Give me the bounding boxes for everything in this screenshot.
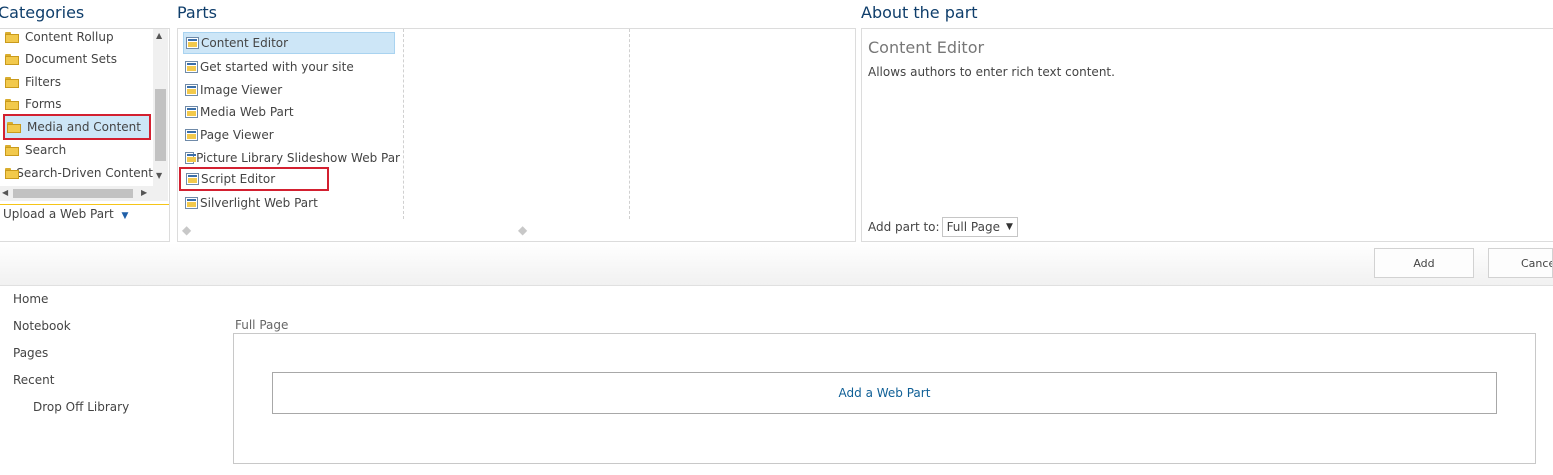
part-item-selected[interactable]: Content Editor: [183, 32, 395, 54]
scroll-down-icon[interactable]: ▼: [156, 171, 162, 180]
previous-arrow-icon[interactable]: ◆: [182, 223, 191, 237]
parts-panel: Content Editor Get started with your sit…: [177, 28, 856, 242]
folder-icon: [5, 167, 20, 179]
about-heading: About the part: [861, 3, 978, 22]
scroll-right-icon[interactable]: ▶: [141, 188, 147, 197]
about-panel: Content Editor Allows authors to enter r…: [861, 28, 1553, 242]
upload-label: Upload a Web Part: [3, 207, 114, 221]
categories-heading: Categories: [0, 3, 85, 22]
nav-item-notebook[interactable]: Notebook: [13, 319, 71, 333]
action-band: [0, 243, 1553, 286]
part-title: Content Editor: [868, 38, 985, 57]
category-item[interactable]: Search: [5, 140, 66, 160]
nav-item-drop-off-library[interactable]: Drop Off Library: [33, 400, 129, 414]
folder-icon: [5, 98, 19, 110]
vertical-scrollbar[interactable]: ▲ ▼: [153, 29, 168, 201]
add-part-to-select[interactable]: Full Page ▼: [941, 217, 1018, 237]
categories-panel: Content Rollup Document Sets Filters For…: [0, 28, 170, 242]
category-label: Media and Content: [27, 120, 141, 134]
part-item[interactable]: Image Viewer: [185, 79, 282, 100]
web-part-icon: [186, 37, 199, 49]
upload-web-part-link[interactable]: Upload a Web Part ▼: [3, 207, 128, 221]
part-label: Image Viewer: [200, 82, 283, 97]
folder-icon: [5, 144, 19, 156]
part-label: Silverlight Web Part: [200, 195, 318, 210]
part-item[interactable]: Get started with your site: [185, 56, 354, 77]
part-item[interactable]: Silverlight Web Part: [185, 192, 318, 213]
category-label: Filters: [25, 75, 61, 89]
add-button[interactable]: Add: [1374, 248, 1474, 278]
folder-icon: [7, 121, 21, 133]
category-item[interactable]: Document Sets: [5, 49, 117, 69]
web-part-icon: [185, 151, 197, 164]
chevron-down-icon: ▼: [121, 211, 129, 221]
scroll-left-icon[interactable]: ◀: [2, 188, 8, 197]
part-label: Media Web Part: [200, 104, 294, 119]
select-value: Full Page: [946, 220, 1000, 234]
nav-item-recent[interactable]: Recent: [13, 373, 54, 387]
page-icon: [185, 128, 198, 141]
part-item-highlighted[interactable]: Script Editor: [179, 167, 329, 191]
web-part-icon: [185, 105, 198, 118]
category-item[interactable]: Search-Driven Content: [5, 163, 153, 183]
category-item-selected[interactable]: Media and Content: [3, 114, 151, 140]
scroll-thumb[interactable]: [13, 189, 133, 198]
category-label: Search: [25, 143, 67, 157]
web-part-icon: [185, 196, 198, 209]
category-label: Forms: [25, 97, 62, 111]
category-label: Document Sets: [25, 52, 117, 66]
column-divider: [403, 29, 404, 219]
chevron-down-icon: ▼: [1005, 222, 1013, 232]
add-web-part-button[interactable]: Add a Web Part: [272, 372, 1497, 414]
part-item[interactable]: Page Viewer: [185, 124, 274, 145]
add-part-to-row: Add part to: Full Page ▼: [868, 217, 1018, 237]
part-label: Content Editor: [201, 36, 289, 50]
part-item[interactable]: Media Web Part: [185, 101, 294, 122]
add-part-to-label: Add part to:: [868, 220, 940, 234]
nav-item-home[interactable]: Home: [13, 292, 48, 306]
cancel-button[interactable]: Cancel: [1488, 248, 1553, 278]
column-divider: [629, 29, 630, 219]
parts-heading: Parts: [177, 3, 217, 22]
part-item[interactable]: Picture Library Slideshow Web Par: [185, 147, 400, 168]
part-description: Allows authors to enter rich text conten…: [868, 65, 1115, 79]
next-arrow-icon[interactable]: ◆: [518, 223, 527, 237]
part-label: Script Editor: [201, 172, 276, 186]
scroll-up-icon[interactable]: ▲: [156, 31, 162, 40]
part-label: Picture Library Slideshow Web Par: [196, 150, 400, 165]
part-label: Page Viewer: [200, 127, 274, 142]
horizontal-scrollbar[interactable]: ◀ ▶: [0, 186, 153, 201]
category-label: Content Rollup: [25, 30, 114, 44]
category-item[interactable]: Content Rollup: [5, 27, 114, 47]
image-icon: [185, 83, 198, 96]
web-part-icon: [186, 173, 199, 185]
part-label: Get started with your site: [200, 59, 354, 74]
category-label: Search-Driven Content: [16, 166, 153, 180]
category-item[interactable]: Filters: [5, 72, 61, 92]
category-item[interactable]: Forms: [5, 94, 61, 114]
divider: [0, 204, 169, 205]
folder-icon: [5, 76, 19, 88]
zone-label: Full Page: [235, 318, 289, 332]
web-part-icon: [185, 60, 198, 73]
folder-icon: [5, 31, 19, 43]
scroll-thumb[interactable]: [155, 89, 166, 161]
folder-icon: [5, 53, 19, 65]
nav-item-pages[interactable]: Pages: [13, 346, 48, 360]
